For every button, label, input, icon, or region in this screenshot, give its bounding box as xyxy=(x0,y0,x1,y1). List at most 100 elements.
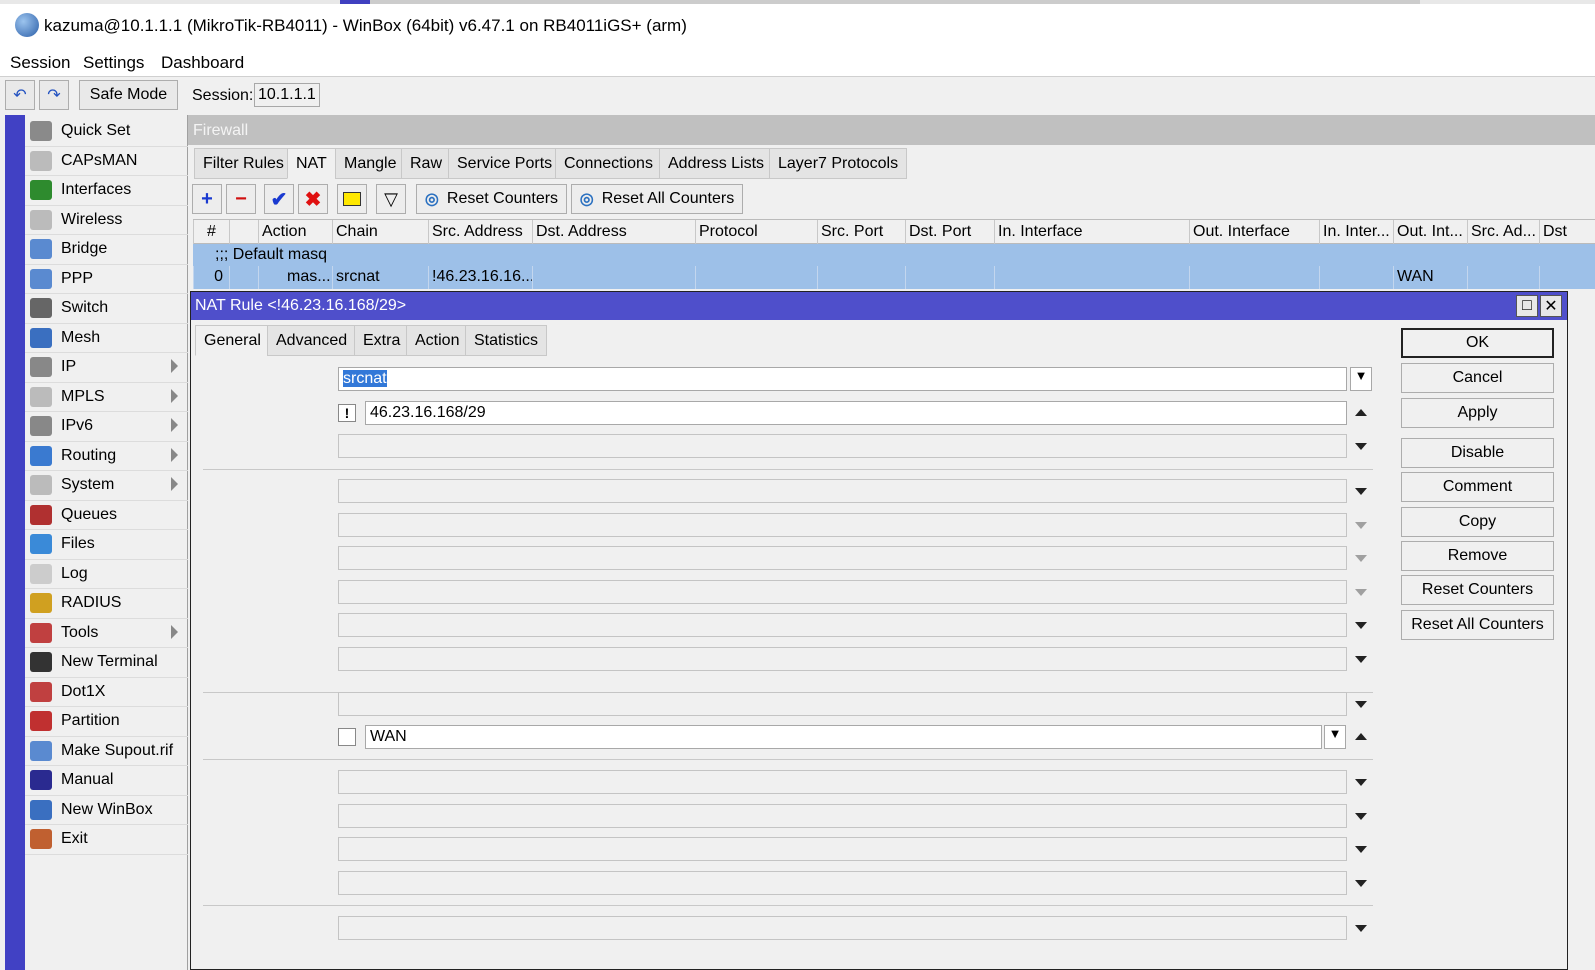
column-header[interactable]: Dst. Address xyxy=(532,220,695,244)
any-port-field[interactable] xyxy=(338,580,1347,604)
collapse-up-icon[interactable] xyxy=(1355,733,1367,740)
menu-settings[interactable]: Settings xyxy=(83,53,144,73)
sidebar-item-files[interactable]: Files xyxy=(25,530,188,560)
sidebar-item-partition[interactable]: Partition xyxy=(25,707,188,737)
dst-port-field[interactable] xyxy=(338,546,1347,570)
column-header[interactable] xyxy=(229,220,258,244)
safe-mode-button[interactable]: Safe Mode xyxy=(79,80,178,110)
tab-statistics[interactable]: Statistics xyxy=(465,325,548,356)
dropdown-arrow-icon[interactable] xyxy=(1355,846,1367,853)
undo-icon[interactable]: ↶ xyxy=(5,80,35,110)
tab-raw[interactable]: Raw xyxy=(401,148,452,179)
sidebar-item-quick-set[interactable]: Quick Set xyxy=(25,117,188,147)
column-header[interactable]: Action xyxy=(258,220,332,244)
reset-counters-button[interactable]: ◎ Reset Counters xyxy=(416,184,567,214)
tab-address-lists[interactable]: Address Lists xyxy=(659,148,774,179)
sidebar-item-manual[interactable]: Manual xyxy=(25,766,188,796)
src-address-not-checkbox[interactable]: ! xyxy=(338,404,356,422)
tab-action[interactable]: Action xyxy=(406,325,469,356)
tab-extra[interactable]: Extra xyxy=(354,325,410,356)
dropdown-arrow-icon[interactable] xyxy=(1355,779,1367,786)
column-header[interactable]: In. Inter... xyxy=(1319,220,1393,244)
src-address-field[interactable]: 46.23.16.168/29 xyxy=(365,401,1347,425)
sidebar-item-radius[interactable]: RADIUS xyxy=(25,589,188,619)
out-interface-field[interactable] xyxy=(338,647,1347,671)
maximize-icon[interactable]: □ xyxy=(1516,295,1538,317)
tab-layer7-protocols[interactable]: Layer7 Protocols xyxy=(769,148,908,179)
routing-mark-field[interactable] xyxy=(338,837,1347,861)
sidebar-item-make-supout-rif[interactable]: Make Supout.rif xyxy=(25,737,188,766)
sidebar-item-wireless[interactable]: Wireless xyxy=(25,206,188,235)
in-interface-field[interactable] xyxy=(338,613,1347,637)
tab-filter-rules[interactable]: Filter Rules xyxy=(194,148,293,179)
column-header[interactable]: Chain xyxy=(332,220,428,244)
comment-row[interactable]: ;;; Default masq xyxy=(193,244,1595,266)
dropdown-arrow-icon[interactable] xyxy=(1355,701,1367,708)
out-interface-list-not-checkbox[interactable] xyxy=(338,728,356,746)
column-header[interactable]: Out. Int... xyxy=(1393,220,1467,244)
dropdown-arrow-icon[interactable] xyxy=(1355,488,1367,495)
sidebar-item-dot1x[interactable]: Dot1X xyxy=(25,678,188,707)
table-row[interactable]: 0 mas... srcnat !46.23.16.16... WAN xyxy=(193,266,1595,289)
comment-button[interactable]: Comment xyxy=(1401,472,1554,502)
tab-nat[interactable]: NAT xyxy=(287,148,336,179)
column-header[interactable]: Src. Ad... xyxy=(1467,220,1539,244)
chain-field[interactable]: srcnat xyxy=(338,367,1347,391)
ok-button[interactable]: OK xyxy=(1401,328,1554,358)
dropdown-arrow-icon[interactable] xyxy=(1355,656,1367,663)
sidebar-item-interfaces[interactable]: Interfaces xyxy=(25,176,188,206)
sidebar-item-capsman[interactable]: CAPsMAN xyxy=(25,147,188,176)
sidebar-item-ppp[interactable]: PPP xyxy=(25,265,188,294)
routing-table-field[interactable] xyxy=(338,871,1347,895)
sidebar-item-switch[interactable]: Switch xyxy=(25,294,188,324)
dropdown-arrow-icon[interactable] xyxy=(1355,555,1367,562)
tab-mangle[interactable]: Mangle xyxy=(335,148,406,179)
sidebar-item-mesh[interactable]: Mesh xyxy=(25,324,188,353)
redo-icon[interactable]: ↷ xyxy=(39,80,69,110)
remove-button[interactable]: Remove xyxy=(1401,541,1554,571)
filter-icon[interactable]: ▽ xyxy=(376,184,406,214)
apply-button[interactable]: Apply xyxy=(1401,398,1554,428)
reset-all-counters-button[interactable]: ◎ Reset All Counters xyxy=(571,184,743,214)
dropdown-button[interactable]: ▼ xyxy=(1324,725,1346,749)
column-header[interactable]: In. Interface xyxy=(994,220,1189,244)
copy-button[interactable]: Copy xyxy=(1401,507,1554,537)
menu-dashboard[interactable]: Dashboard xyxy=(161,53,244,73)
cancel-button[interactable]: Cancel xyxy=(1401,363,1554,393)
reset-counters-button[interactable]: Reset Counters xyxy=(1401,575,1554,605)
sidebar-item-new-terminal[interactable]: New Terminal xyxy=(25,648,188,678)
connection-mark-field[interactable] xyxy=(338,804,1347,828)
reset-all-counters-button[interactable]: Reset All Counters xyxy=(1401,610,1554,640)
remove-icon[interactable]: − xyxy=(226,184,256,214)
column-header[interactable]: Protocol xyxy=(695,220,817,244)
sidebar-item-bridge[interactable]: Bridge xyxy=(25,235,188,265)
sidebar-item-ipv6[interactable]: IPv6 xyxy=(25,412,188,442)
dropdown-arrow-icon[interactable] xyxy=(1355,813,1367,820)
dropdown-arrow-icon[interactable] xyxy=(1355,589,1367,596)
column-header[interactable]: # xyxy=(193,220,229,244)
column-header[interactable]: Src. Address xyxy=(428,220,532,244)
tab-advanced[interactable]: Advanced xyxy=(267,325,357,356)
sidebar-item-new-winbox[interactable]: New WinBox xyxy=(25,796,188,825)
dropdown-arrow-icon[interactable] xyxy=(1355,443,1367,450)
connection-type-field[interactable] xyxy=(338,916,1347,940)
dropdown-arrow-icon[interactable] xyxy=(1355,880,1367,887)
disable-button[interactable]: Disable xyxy=(1401,438,1554,468)
sidebar-item-mpls[interactable]: MPLS xyxy=(25,383,188,412)
column-header[interactable]: Dst. Port xyxy=(905,220,994,244)
enable-check-icon[interactable]: ✔ xyxy=(264,184,294,214)
tab-general[interactable]: General xyxy=(195,325,270,356)
dropdown-arrow-icon[interactable] xyxy=(1355,522,1367,529)
disable-x-icon[interactable]: ✖ xyxy=(298,184,328,214)
collapse-up-icon[interactable] xyxy=(1355,409,1367,416)
sidebar-item-routing[interactable]: Routing xyxy=(25,442,188,471)
sidebar-item-system[interactable]: System xyxy=(25,471,188,501)
tab-connections[interactable]: Connections xyxy=(555,148,662,179)
sidebar-item-log[interactable]: Log xyxy=(25,560,188,589)
column-header[interactable]: Dst xyxy=(1539,220,1595,244)
dropdown-arrow-icon[interactable] xyxy=(1355,622,1367,629)
sidebar-item-ip[interactable]: IP xyxy=(25,353,188,383)
out-interface-list-field[interactable]: WAN xyxy=(365,725,1322,749)
menu-session[interactable]: Session xyxy=(10,53,70,73)
in-interface-list-field[interactable] xyxy=(338,692,1347,716)
